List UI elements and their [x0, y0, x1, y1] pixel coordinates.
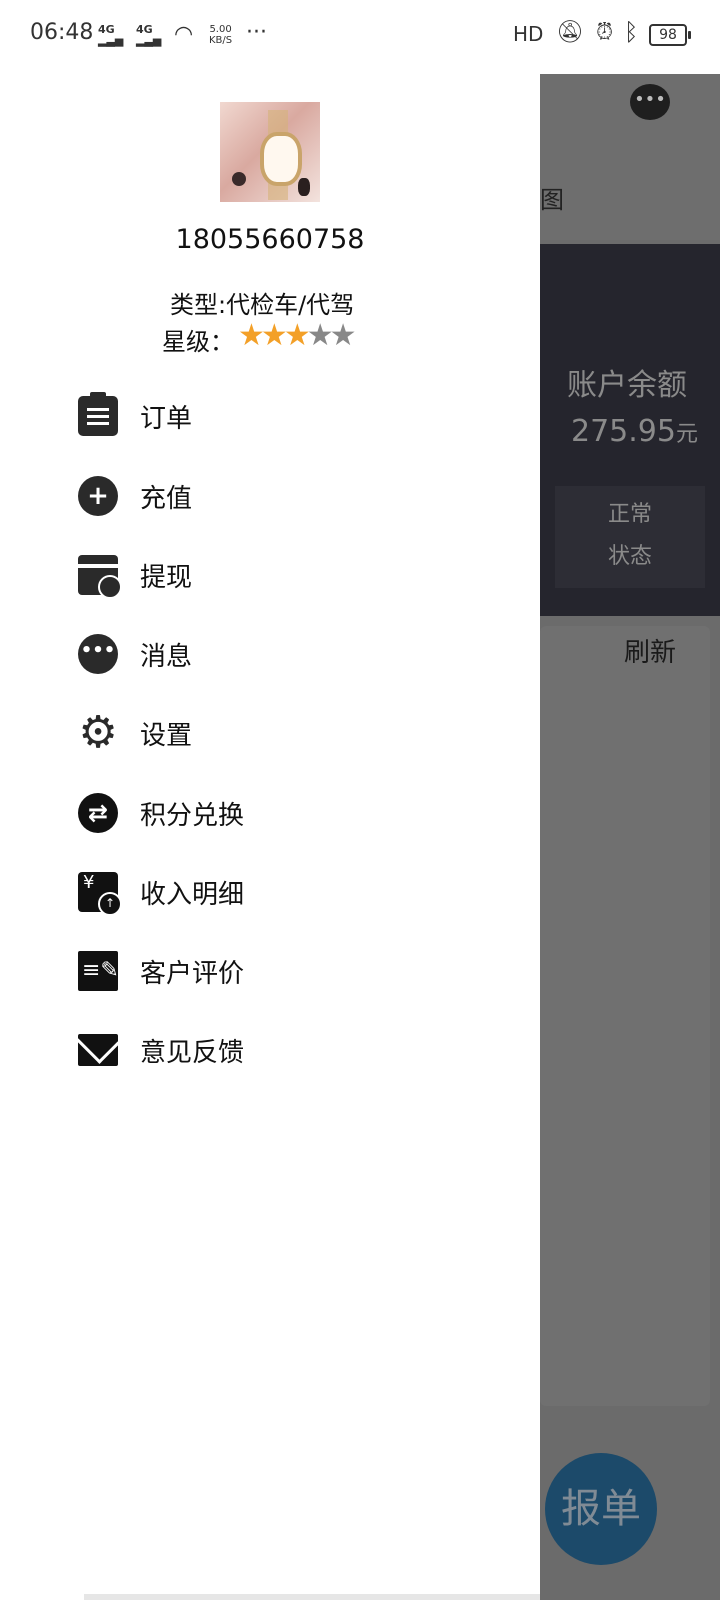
- menu-item-messages[interactable]: ••• 消息: [78, 626, 478, 682]
- user-phone: 18055660758: [175, 224, 365, 255]
- plus-circle-icon: +: [78, 476, 118, 516]
- network-speed: 5.00 KB/S: [209, 24, 233, 46]
- star-rating: ★★★★★: [238, 318, 357, 353]
- signal-icon: 4G ▂▃▅: [98, 23, 124, 47]
- chat-icon[interactable]: •••: [630, 84, 670, 120]
- hd-icon: HD: [513, 22, 544, 46]
- bottom-divider: [84, 1594, 540, 1600]
- background-header: [540, 56, 720, 240]
- navigation-drawer: 18055660758 类型:代检车/代驾 星级： ★★★★★ 订单 + 充值 …: [0, 0, 540, 1600]
- wifi-icon: ◠: [174, 22, 194, 47]
- more-status-icon: ···: [246, 20, 267, 45]
- background-header-text: 图: [540, 186, 564, 214]
- menu-item-label: 客户评价: [140, 959, 245, 989]
- star-icon: ★: [260, 318, 288, 353]
- mail-icon: [78, 1034, 118, 1066]
- star-icon: ★: [283, 318, 311, 353]
- account-status: 正常 状态: [555, 486, 705, 588]
- menu-item-orders[interactable]: 订单: [78, 388, 478, 444]
- menu-item-withdraw[interactable]: 提现: [78, 547, 478, 603]
- avatar[interactable]: [220, 102, 320, 202]
- income-icon: ¥ ↑: [78, 872, 122, 916]
- menu-item-customer-reviews[interactable]: ≡✎ 客户评价: [78, 943, 478, 999]
- menu-item-recharge[interactable]: + 充值: [78, 468, 478, 524]
- card-withdraw-icon: [78, 555, 122, 599]
- report-order-button[interactable]: 报单: [545, 1453, 657, 1565]
- status-time: 06:48: [30, 20, 94, 45]
- account-status-line1: 正常: [607, 502, 652, 527]
- menu-item-income-details[interactable]: ¥ ↑ 收入明细: [78, 864, 478, 920]
- message-icon: •••: [78, 634, 118, 674]
- user-type: 类型:代检车/代驾: [170, 291, 355, 319]
- alarm-icon: ⏰︎: [596, 20, 614, 45]
- menu-item-settings[interactable]: ⚙ 设置: [78, 705, 478, 761]
- gear-icon: ⚙: [78, 707, 118, 758]
- menu-item-label: 充值: [140, 484, 193, 514]
- signal-icon-2: 4G ▂▃▅: [136, 23, 162, 47]
- star-icon: ★: [238, 318, 265, 353]
- star-icon: ★: [329, 318, 357, 353]
- exchange-icon: ⇄: [78, 793, 118, 833]
- menu-item-label: 订单: [140, 404, 193, 434]
- balance-value: 275.95元: [571, 414, 698, 449]
- menu-item-feedback[interactable]: 意见反馈: [78, 1022, 478, 1078]
- status-bar: 06:48 4G ▂▃▅ 4G ▂▃▅ ◠ 5.00 KB/S ··· HD 🔕︎ ⏰…: [0, 0, 720, 74]
- menu-item-label: 意见反馈: [140, 1038, 245, 1068]
- mute-icon: 🔕︎: [556, 20, 584, 45]
- background-card: [540, 626, 710, 1406]
- clipboard-icon: [78, 392, 118, 436]
- menu-item-points-exchange[interactable]: ⇄ 积分兑换: [78, 785, 478, 841]
- battery-icon: 98: [649, 24, 691, 46]
- refresh-button[interactable]: 刷新: [624, 632, 676, 669]
- balance-label: 账户余额: [567, 368, 687, 403]
- account-status-line2: 状态: [607, 544, 652, 569]
- star-level-label: 星级：: [162, 328, 234, 356]
- menu-item-label: 提现: [140, 563, 193, 593]
- menu-item-label: 收入明细: [140, 880, 245, 910]
- menu-item-label: 积分兑换: [140, 801, 245, 831]
- star-icon: ★: [306, 318, 334, 353]
- menu-item-label: 消息: [140, 642, 193, 672]
- menu-item-label: 设置: [140, 721, 193, 751]
- bluetooth-icon: ᛒ: [624, 18, 639, 46]
- edit-icon: ≡✎: [78, 951, 119, 991]
